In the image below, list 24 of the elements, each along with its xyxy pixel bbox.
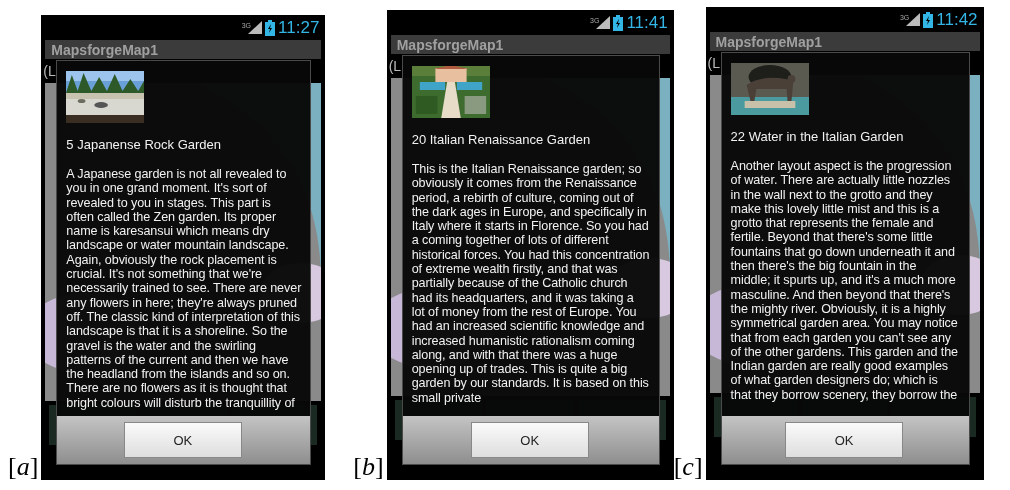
- battery-icon: [265, 19, 276, 36]
- subtitle-text: (L: [707, 55, 721, 71]
- dialog-title: 22 Water in the Italian Garden: [730, 129, 905, 145]
- clock-time: 11:42: [936, 9, 978, 30]
- dialog-title: 20 Italian Renaissance Garden: [411, 132, 592, 148]
- subtitle-text: (L: [388, 58, 402, 74]
- battery-icon: [923, 11, 934, 28]
- dialog-title: 5 Japanense Rock Garden: [66, 137, 222, 153]
- clock-time: 11:41: [626, 12, 668, 33]
- ok-button[interactable]: OK: [123, 422, 242, 458]
- app-title: MapsforgeMap1: [51, 41, 158, 58]
- app-title: MapsforgeMap1: [715, 33, 823, 50]
- subtitle-text: (L: [43, 63, 56, 79]
- dialog-text: Another layout aspect is the progression of water. There are actually little nozzles in the wall next to the grotto and they make this lovely little mist and this is a grotto that represents the female and fertile. Beyond that there's some little fountains that go down underneath it and then there's the big fountain in the middle; it spurts up, and it's a much more masculine. And then beyond that there's the mighty river. Obviously, it is a highly symmetrical garden area. You may notice that from each garden you can't see any of the other gardens. This garden and the Indian garden are really good examples of what garden designers do; which is that they borrow scenery, they borrow the: [730, 159, 959, 403]
- dialog-text: This is the Italian Renaissance garden; so obviously it comes from the Renaissance period, a rebirth of culture, coming out of the dark ages in Europe, and specifically in Italy where it starts in Florence. So you had a coming together of lots of different historical forces. You had this concentration of extreme wealth firstly, and that was partially because of the Catholic church had its headquarters, and it was taking a lot of money from the rest of Europe. You had an increased scientific knowledge and increased humanistic rationalism coming along, and with that there was a huge opening up of trades. This is quite a big garden by our standards. It is based on this small private: [411, 162, 650, 406]
- app-title: MapsforgeMap1: [396, 36, 504, 53]
- panel-label: [c]: [673, 452, 703, 481]
- battery-icon: [613, 14, 624, 31]
- dialog-text: A Japanese garden is not all revealed to you in one grand moment. It's sort of revealed to you in stages. This part is often called the Zen garden. Its proper name is karesansui which means dry landscape or water mountain landscape. Again, obviously the rock placement is crucial. It's not something that we're necessarily trained to see. There are never any flowers in here; they're always pruned off. The classic kind of interpretation of this landscape is that it is a shoreline. So the gravel is the water and the swirling patterns of the current and then we have the headland from the islands and so on. There are no flowers as it is thought that bright colours will disturb the tranquillity of: [66, 167, 302, 411]
- clock-time: 11:27: [278, 17, 320, 38]
- ok-button[interactable]: OK: [785, 422, 904, 458]
- panel-label: [b]: [353, 452, 384, 481]
- ok-button[interactable]: OK: [470, 422, 589, 458]
- panel-label: [a]: [8, 452, 39, 481]
